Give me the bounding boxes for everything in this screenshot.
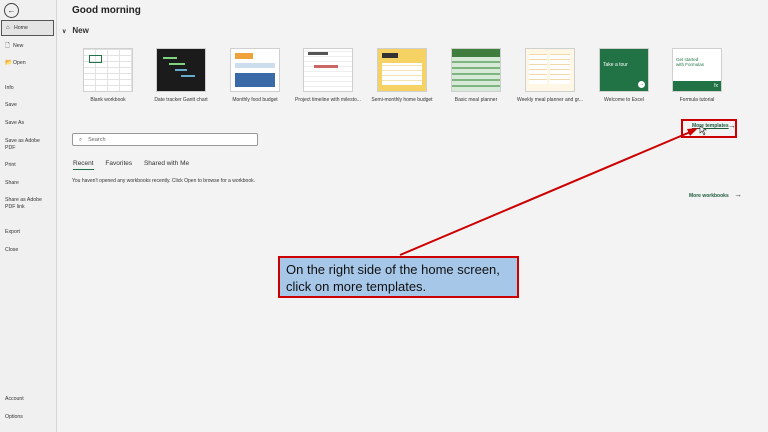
template-caption: Welcome to Excel: [604, 97, 644, 103]
template-date-tracker-gantt[interactable]: Date tracker Gantt chart: [148, 48, 214, 103]
template-thumbnail: Take a tour →: [599, 48, 649, 92]
function-icon: fx: [714, 83, 718, 89]
more-workbooks-label: More workbooks: [689, 193, 729, 199]
arrow-right-icon: →: [734, 190, 743, 199]
template-caption: Weekly meal planner and gr...: [517, 97, 583, 103]
open-folder-icon: 📂: [5, 60, 13, 66]
sidebar-item-share-as-adobe-pdf-link[interactable]: Share as Adobe PDF link: [1, 197, 47, 210]
template-welcome-to-excel[interactable]: Take a tour → Welcome to Excel: [591, 48, 657, 103]
sidebar-item-export[interactable]: Export: [1, 229, 54, 236]
template-thumbnail: Get started with Formulas fx: [672, 48, 722, 92]
template-thumbnail: [451, 48, 501, 92]
template-caption: Project timeline with milesto...: [295, 97, 361, 103]
sidebar-item-save-as-adobe-pdf[interactable]: Save as Adobe PDF: [1, 138, 47, 151]
template-thumbnail: [377, 48, 427, 92]
template-thumbnail: [303, 48, 353, 92]
template-basic-meal-planner[interactable]: Basic meal planner: [443, 48, 509, 103]
template-semi-monthly-home-budget[interactable]: Semi-monthly home budget: [369, 48, 435, 103]
search-input[interactable]: ⌕ Search: [72, 133, 258, 146]
back-arrow-icon[interactable]: ←: [4, 3, 19, 18]
new-file-icon: 🗋: [5, 43, 10, 49]
tab-favorites[interactable]: Favorites: [105, 160, 132, 167]
template-monthly-food-budget[interactable]: Monthly food budget: [222, 48, 288, 103]
sidebar-item-new[interactable]: 🗋 New: [1, 43, 54, 50]
template-weekly-meal-planner[interactable]: Weekly meal planner and gr...: [517, 48, 583, 103]
sidebar-item-open[interactable]: 📂Open: [1, 60, 54, 67]
template-caption: Monthly food budget: [232, 97, 278, 103]
sidebar-item-save-as[interactable]: Save As: [1, 120, 54, 127]
template-thumbnail: [230, 48, 280, 92]
instruction-callout: On the right side of the home screen, cl…: [278, 256, 519, 298]
thumb-text: Take a tour: [603, 62, 628, 68]
template-caption: Date tracker Gantt chart: [154, 97, 208, 103]
arrow-right-icon: →: [728, 121, 736, 130]
thumb-text: Get started with Formulas: [676, 57, 705, 67]
template-blank-workbook[interactable]: Blank workbook: [75, 48, 141, 103]
sidebar-item-home[interactable]: ⌂ Home: [1, 20, 54, 36]
tab-recent[interactable]: Recent: [73, 160, 94, 170]
sidebar-item-options[interactable]: Options: [1, 414, 54, 421]
more-templates-label: More templates: [692, 123, 729, 129]
sidebar-item-close[interactable]: Close: [1, 247, 54, 254]
home-icon: ⌂: [6, 25, 10, 31]
sidebar-item-label: New: [13, 43, 24, 49]
template-caption: Basic meal planner: [454, 97, 498, 103]
template-formula-tutorial[interactable]: Get started with Formulas fx Formula tut…: [664, 48, 730, 103]
template-thumbnail: [83, 48, 133, 92]
template-caption: Blank workbook: [90, 97, 126, 103]
template-caption: Formula tutorial: [679, 97, 715, 103]
chevron-down-icon: ∨: [62, 29, 67, 35]
sidebar-item-label: Open: [13, 60, 26, 66]
tab-shared-with-me[interactable]: Shared with Me: [144, 160, 189, 167]
home-main: Good morning ∨ New Blank workbook Date tr…: [57, 0, 768, 432]
arrow-right-icon: →: [638, 81, 645, 88]
sidebar-item-label: Home: [14, 25, 28, 31]
search-icon: ⌕: [79, 137, 83, 143]
sidebar-item-print[interactable]: Print: [1, 162, 54, 169]
template-project-timeline[interactable]: Project timeline with milesto...: [295, 48, 361, 103]
more-templates-link[interactable]: More templates →: [681, 119, 737, 138]
more-workbooks-link[interactable]: More workbooks →: [689, 190, 742, 199]
new-section-label: New: [72, 26, 89, 35]
greeting-title: Good morning: [72, 5, 141, 16]
template-thumbnail: [156, 48, 206, 92]
template-thumbnail: [525, 48, 575, 92]
search-placeholder: Search: [88, 137, 106, 143]
workbook-tabs: Recent Favorites Shared with Me: [73, 160, 199, 170]
backstage-sidebar: ← ⌂ Home 🗋 New 📂Open Info Save Save As Sav…: [0, 0, 57, 432]
sidebar-item-share[interactable]: Share: [1, 180, 54, 187]
sidebar-item-account[interactable]: Account: [1, 396, 54, 403]
sidebar-item-info[interactable]: Info: [1, 85, 54, 92]
recent-empty-message: You haven't opened any workbooks recentl…: [72, 178, 256, 184]
new-section-header[interactable]: ∨ New: [62, 26, 89, 35]
sidebar-item-save[interactable]: Save: [1, 102, 54, 109]
template-caption: Semi-monthly home budget: [371, 97, 433, 103]
